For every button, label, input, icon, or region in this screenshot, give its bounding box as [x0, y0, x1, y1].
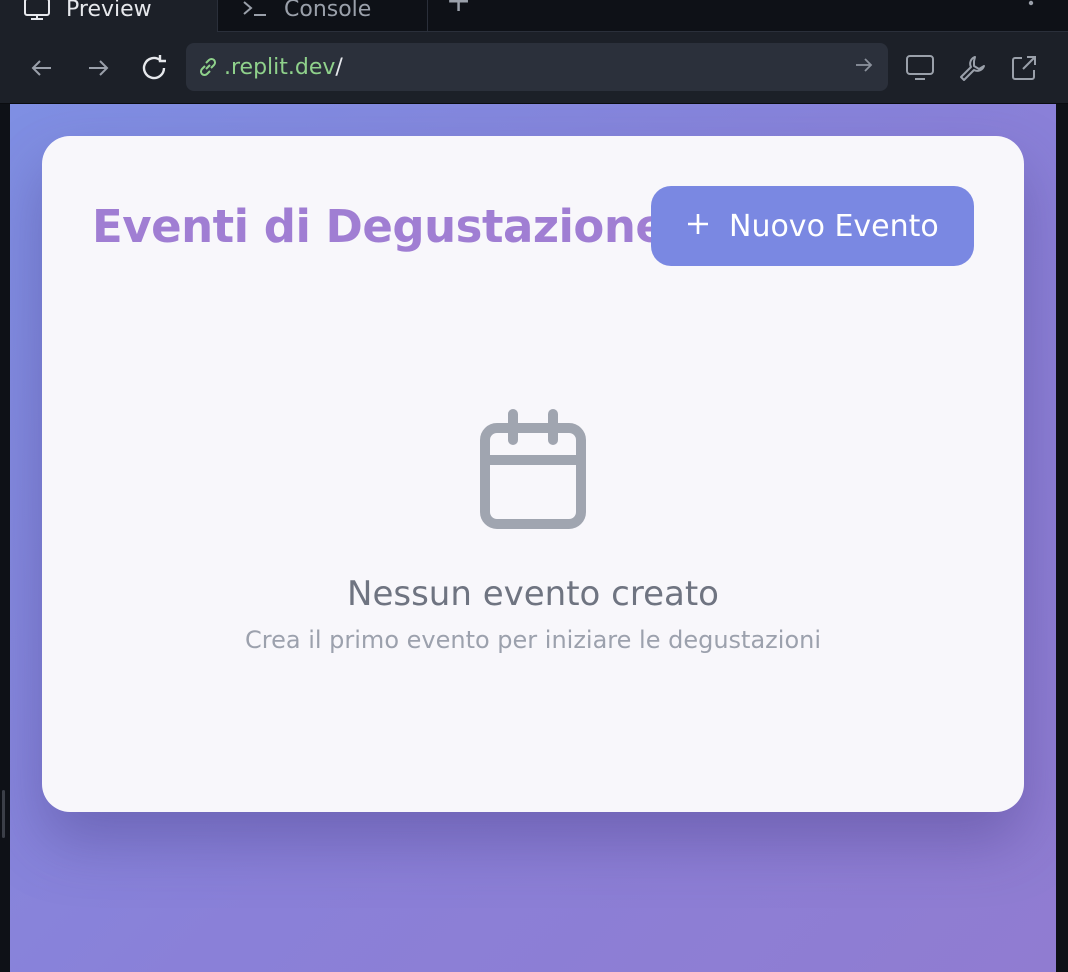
calendar-icon: [480, 409, 586, 529]
forward-button[interactable]: [80, 50, 116, 86]
screen-icon: [906, 55, 934, 80]
reload-button[interactable]: [136, 50, 172, 86]
new-event-label: Nuovo Evento: [729, 208, 939, 244]
devices-button[interactable]: [902, 50, 938, 86]
url-field[interactable]: .replit.dev /: [186, 43, 888, 91]
url-host: .replit.dev: [224, 54, 336, 80]
tab-bar: Preview Console +: [0, 0, 1068, 32]
reload-icon: [142, 55, 166, 80]
open-new-window-button[interactable]: [1006, 50, 1042, 86]
back-button[interactable]: [24, 50, 60, 86]
go-arrow-icon[interactable]: [854, 55, 874, 81]
resize-handle[interactable]: [2, 790, 5, 838]
monitor-icon: [22, 0, 52, 21]
link-icon: [199, 57, 217, 77]
new-event-button[interactable]: Nuovo Evento: [651, 186, 974, 266]
empty-state-subtitle: Crea il primo evento per iniziare le deg…: [245, 626, 821, 654]
page-title: Eventi di Degustazione: [92, 200, 666, 253]
plus-icon: [685, 209, 711, 243]
tab-preview[interactable]: Preview: [0, 0, 218, 32]
tab-console-label: Console: [284, 0, 372, 22]
more-options-icon[interactable]: [1028, 0, 1034, 20]
arrow-left-icon: [31, 60, 51, 76]
empty-state: Nessun evento creato Crea il primo event…: [42, 408, 1024, 654]
url-path: /: [335, 54, 343, 80]
preview-viewport: Eventi di Degustazione Nuovo Evento Ness…: [10, 104, 1056, 972]
events-card: Eventi di Degustazione Nuovo Evento Ness…: [42, 136, 1024, 812]
address-bar: .replit.dev /: [0, 32, 1068, 104]
empty-state-title: Nessun evento creato: [347, 574, 719, 614]
arrow-right-icon: [89, 60, 109, 76]
devtools-button[interactable]: [954, 50, 990, 86]
wrench-icon: [960, 56, 985, 81]
add-tab-button[interactable]: +: [446, 0, 471, 18]
tab-console[interactable]: Console: [218, 0, 428, 32]
external-link-icon: [1012, 56, 1036, 80]
terminal-icon: [240, 0, 270, 21]
tab-preview-label: Preview: [66, 0, 152, 22]
